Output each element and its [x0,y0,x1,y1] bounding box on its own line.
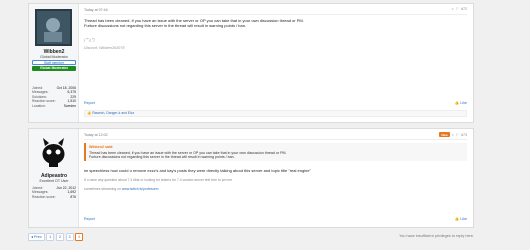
message-text: im speechless how could u remove ezzz's … [84,168,311,173]
signature-line-1: If u have any question about 7.4 tibia o… [84,178,233,182]
stat-label: Reaction score: [32,194,56,199]
post-number[interactable]: #73 [461,133,467,137]
signature-line-2: sometimes streaming on www.twitch.tv/pro… [84,187,158,191]
user-title: Excellent OT User [39,179,69,183]
signature-face: ( ͡° ͜ʖ ͡°) [84,38,95,42]
like-button[interactable]: 👍 Like [455,101,467,105]
page-2[interactable]: 2 [55,233,65,241]
message-footer: Report 👍 Like [84,217,467,223]
signature-prefix: sometimes streaming on [84,187,121,191]
post-date[interactable]: Today at 12:02 [84,133,108,137]
user-avatar[interactable] [35,9,72,46]
message-line-2: Furture discussions not regarding this s… [84,23,247,28]
post-73: Adipeastro Excellent OT User Joined: Jun … [28,128,474,228]
report-link[interactable]: Report [84,217,95,221]
like-button[interactable]: 👍 Like [455,217,467,221]
report-link[interactable]: Report [84,101,95,105]
thumbs-up-icon: 👍 [454,101,460,105]
no-permission-notice: You have insufficient privileges to repl… [399,234,474,238]
post-72: Wibben2 Global Moderator Staff member Gl… [28,3,474,123]
user-avatar[interactable] [35,134,72,171]
like-reaction-icon: 👍 [87,111,92,115]
like-label: Like [460,217,467,221]
page-3[interactable]: 3 [65,233,74,241]
prev-page-button[interactable]: ◂ Prev [28,233,45,241]
post-tools: New < ⚐ #73 [439,132,467,137]
twitch-link[interactable]: www.twitch.tv/profesorm [122,187,159,191]
stat-value: 876 [70,194,76,199]
staff-banner: Staff member [32,60,76,65]
user-info-panel: Wibben2 Global Moderator Staff member Gl… [29,4,79,122]
signature-discord: Discord: Wibben2#3078 [84,46,125,50]
role-banner: Global Moderator [32,66,76,71]
message-content: Today at 12:02 New < ⚐ #73 Wibben2 said:… [84,129,467,227]
user-info-panel: Adipeastro Excellent OT User Joined: Jun … [29,129,79,227]
share-icon[interactable]: < [452,133,454,137]
message-content: Today at 07:44 < ⚐ #72 Thread has been c… [84,4,467,122]
pagination: ◂ Prev 1 2 3 4 [28,233,84,241]
bookmark-icon[interactable]: ⚐ [456,7,459,11]
thumbs-up-icon: 👍 [454,217,460,221]
user-stats: Joined: Oct 18, 2006 Messages: 6,375 Solut… [32,86,76,108]
quote-line-2: Furture discussions not regarding this s… [89,154,235,159]
user-stats: Joined: Jun 22, 2012 Messages: 1,692 React… [32,186,76,199]
post-tools: < ⚐ #72 [452,7,467,11]
quote-block: Wibben2 said: Thread has been cleaned, i… [84,143,467,162]
message-footer: Report 👍 Like [84,101,467,107]
stat-location: Location: Sweden [32,104,76,108]
new-badge: New [439,132,450,137]
stat-label: Location: [32,103,46,108]
message-header: Today at 07:44 < ⚐ #72 [84,7,467,15]
quote-author[interactable]: Wibben2 said: [89,145,464,149]
post-date[interactable]: Today at 07:44 [84,8,108,12]
reactions-list[interactable]: Rawech, Danger-k and Elzz [92,111,134,115]
message-header: Today at 12:02 New < ⚐ #73 [84,132,467,140]
page-4-current[interactable]: 4 [75,233,84,241]
page-1[interactable]: 1 [46,233,55,241]
user-title: Global Moderator [40,55,68,59]
stat-value: Sweden [63,103,76,108]
post-number[interactable]: #72 [461,7,467,11]
like-label: Like [460,101,467,105]
share-icon[interactable]: < [452,7,454,11]
reactions-bar[interactable]: 👍 Rawech, Danger-k and Elzz [84,110,467,117]
bookmark-icon[interactable]: ⚐ [456,133,459,137]
stat-reaction-score: Reaction score: 876 [32,195,76,199]
